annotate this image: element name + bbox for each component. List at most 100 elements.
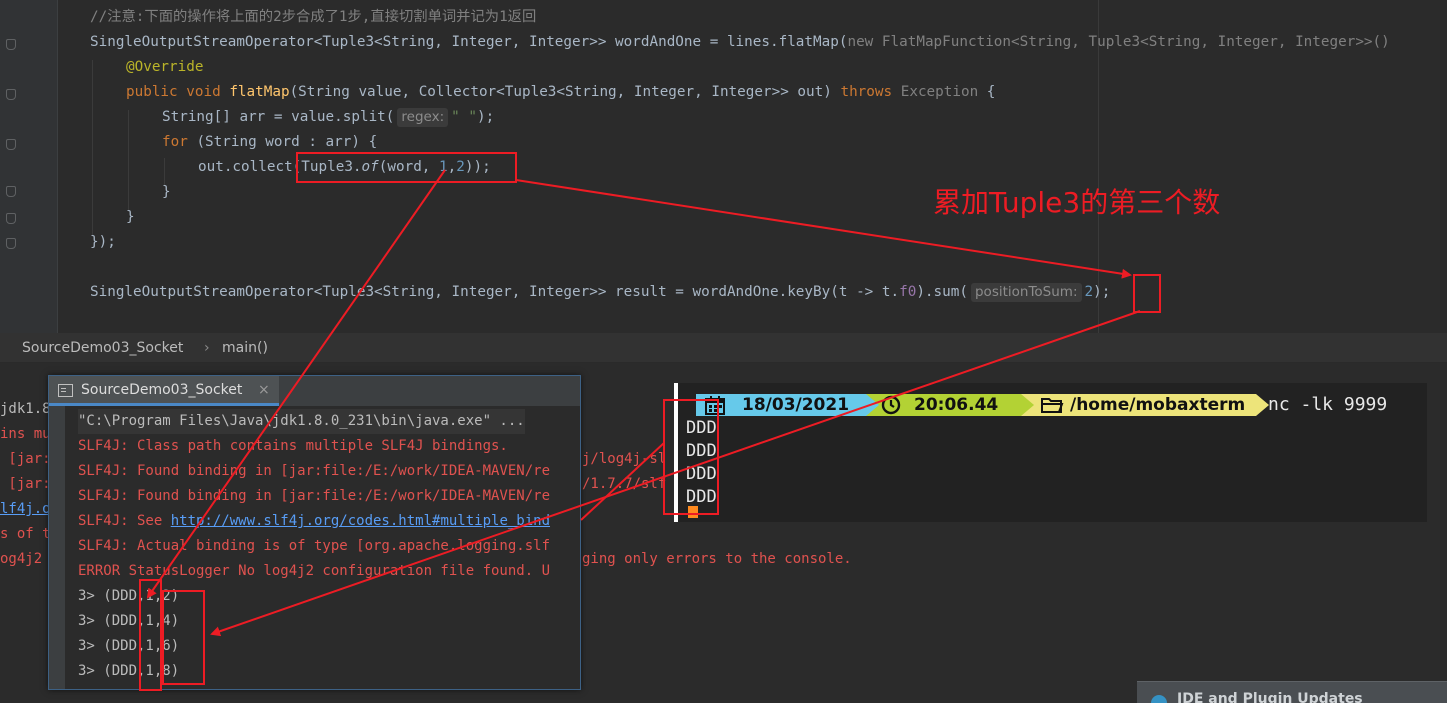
output-line: SLF4J: Actual binding is of type [org.ap…: [78, 538, 551, 554]
code-number: 2: [1084, 284, 1094, 300]
code-number: 2: [456, 159, 465, 175]
code-text: ,: [447, 159, 457, 175]
tab-label: SourceDemo03_Socket: [81, 382, 243, 398]
code-text: (String value, Collector<Tuple3<String, …: [289, 84, 841, 100]
code-text: FlatMapFunction<String, Tuple3<String, I…: [881, 34, 1390, 50]
run-tab-bar: SourceDemo03_Socket ×: [49, 376, 580, 406]
code-string: " ": [451, 109, 477, 125]
code-text: );: [1093, 284, 1111, 300]
notification-title: IDE and Plugin Updates: [1177, 691, 1363, 703]
code-text: );: [476, 109, 495, 125]
code-text: SingleOutputStreamOperator<Tuple3<String…: [90, 34, 848, 50]
ide-updates-notification[interactable]: IDE and Plugin Updates: [1137, 681, 1447, 703]
console-link[interactable]: lf4j.o: [0, 498, 51, 520]
code-text: out.collect(Tuple3.: [198, 159, 362, 175]
prompt-arrow: [1021, 394, 1034, 416]
close-icon[interactable]: ×: [258, 376, 270, 404]
code-line-split: String[] arr = value.split(regex: " ");: [162, 106, 494, 128]
run-output[interactable]: "C:\Program Files\Java\jdk1.8.0_231\bin\…: [65, 406, 580, 689]
parameter-hint: positionToSum:: [970, 283, 1082, 302]
fold-icon[interactable]: [5, 38, 16, 50]
code-brace: });: [90, 234, 116, 250]
indent-guide: [92, 60, 93, 235]
console-line: [jar:: [0, 476, 51, 492]
console-line: og4j2: [0, 551, 51, 567]
terminal-cursor: [688, 506, 698, 518]
code-number: 1: [439, 159, 448, 175]
terminal-command: nc -lk 9999: [1268, 394, 1388, 415]
code-line-wordandone: SingleOutputStreamOperator<Tuple3<String…: [90, 31, 1390, 53]
code-text: {: [978, 84, 996, 100]
terminal-line: DDD: [686, 441, 717, 461]
output-line: SLF4J: Found binding in [jar:file:/E:/wo…: [78, 488, 551, 504]
folder-icon: [1041, 398, 1064, 413]
parameter-hint: regex:: [397, 108, 449, 127]
info-icon: [1151, 695, 1167, 703]
code-brace: }: [126, 209, 135, 225]
fold-icon[interactable]: [5, 88, 16, 100]
breadcrumb-class[interactable]: SourceDemo03_Socket: [22, 333, 183, 363]
fold-icon[interactable]: [5, 138, 16, 150]
code-text: String[] arr = value.split(: [162, 109, 395, 125]
console-line: j/log4j-sl: [582, 451, 667, 467]
editor-gutter: [0, 0, 58, 333]
terminal-line: DDD: [686, 464, 717, 484]
console-line: jdk1.8: [0, 401, 51, 417]
code-keyword: public: [126, 84, 187, 100]
code-editor[interactable]: //注意:下面的操作将上面的2步合成了1步,直接切割单词并记为1返回 Singl…: [0, 0, 1447, 333]
terminal-line: DDD: [686, 487, 717, 507]
code-brace: }: [162, 184, 171, 200]
code-field: f0: [899, 284, 917, 300]
calendar-icon: [705, 396, 725, 415]
console-line: s of t: [0, 526, 51, 542]
annotation-label: 累加Tuple3的第三个数: [933, 186, 1221, 219]
code-text: ).sum(: [916, 284, 968, 300]
run-toolbar: [49, 406, 65, 689]
output-text: SLF4J: See: [78, 513, 171, 529]
code-keyword: new: [847, 34, 882, 50]
terminal-window[interactable]: /home/mobaxterm 20:06.44 18/03/2021 nc -…: [674, 383, 1427, 522]
code-line-result: SingleOutputStreamOperator<Tuple3<String…: [90, 281, 1110, 303]
code-annotation-override: @Override: [126, 59, 204, 75]
code-line-for: for (String word : arr) {: [162, 131, 377, 153]
code-text: ));: [464, 159, 491, 175]
code-keyword: void: [186, 84, 230, 100]
clock-icon: [881, 395, 901, 415]
code-line-collect: out.collect(Tuple3.of(word, 1,2));: [198, 156, 491, 178]
output-line: "C:\Program Files\Java\jdk1.8.0_231\bin\…: [78, 409, 525, 434]
code-keyword: throws: [840, 84, 901, 100]
terminal-line: DDD: [686, 418, 717, 438]
breadcrumb-separator: ›: [204, 340, 210, 356]
indent-guide: [128, 110, 129, 210]
fold-icon[interactable]: [5, 212, 16, 224]
result-line: 3> (DDD,1,4): [78, 613, 180, 629]
console-line: [jar:: [0, 451, 51, 467]
code-method-name: flatMap: [229, 84, 290, 100]
prompt-arrow: [866, 394, 879, 416]
run-console-window[interactable]: SourceDemo03_Socket × "C:\Program Files\…: [48, 375, 581, 690]
result-line: 3> (DDD,1,8): [78, 663, 180, 679]
output-line: SLF4J: See http://www.slf4j.org/codes.ht…: [78, 509, 550, 534]
breadcrumb-method[interactable]: main(): [222, 333, 268, 363]
console-line: ging only errors to the console.: [582, 551, 852, 567]
fold-icon[interactable]: [5, 237, 16, 249]
output-line: SLF4J: Found binding in [jar:file:/E:/wo…: [78, 463, 551, 479]
code-text: (String word : arr) {: [196, 134, 378, 150]
tab-run-config[interactable]: SourceDemo03_Socket ×: [49, 376, 279, 406]
breadcrumb: SourceDemo03_Socket › main(): [0, 333, 1447, 363]
code-text: Exception: [900, 84, 979, 100]
code-text: (word,: [378, 159, 440, 175]
output-line: SLF4J: Class path contains multiple SLF4…: [78, 438, 508, 454]
code-line-flatmap-signature: public void flatMap(String value, Collec…: [126, 81, 995, 103]
code-comment: //注意:下面的操作将上面的2步合成了1步,直接切割单词并记为1返回: [90, 9, 537, 25]
code-text: SingleOutputStreamOperator<Tuple3<String…: [90, 284, 900, 300]
console-icon: [58, 384, 73, 397]
fold-icon[interactable]: [5, 185, 16, 197]
console-line: ins mu: [0, 426, 51, 442]
console-line: /1.7.7/slf: [582, 476, 667, 492]
code-method-name: of: [361, 159, 379, 175]
output-link[interactable]: http://www.slf4j.org/codes.html#multiple…: [171, 513, 550, 529]
result-line: 3> (DDD,1,6): [78, 638, 180, 654]
code-keyword: for: [162, 134, 197, 150]
result-line: 3> (DDD,1,2): [78, 588, 180, 604]
